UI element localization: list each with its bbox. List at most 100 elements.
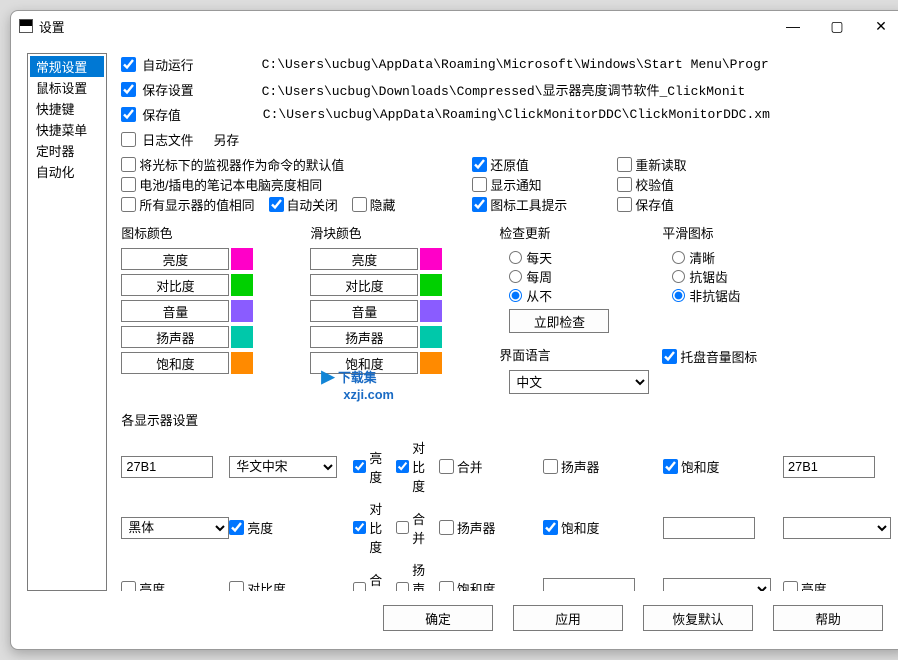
slider-color-swatch-3[interactable]	[420, 326, 442, 348]
update-col: 检查更新 每天每周从不 立即检查 界面语言 中文	[499, 223, 649, 394]
autorun-row: 自动运行 C:\Users\ucbug\AppData\Roaming\Micr…	[121, 53, 891, 75]
slider-color-swatch-2[interactable]	[420, 300, 442, 322]
smooth-col: 平滑图标 清晰抗锯齿非抗锯齿 托盘音量图标	[662, 223, 802, 394]
slider-color-input-1[interactable]	[310, 274, 418, 296]
logfile-checkbox[interactable]	[121, 132, 136, 147]
smooth-radio-2[interactable]: 非抗锯齿	[672, 286, 802, 305]
icon-color-swatch-1[interactable]	[231, 274, 253, 296]
check-now-button[interactable]: 立即检查	[509, 309, 609, 333]
update-radios: 每天每周从不	[499, 248, 649, 305]
monitor-name-0[interactable]	[121, 456, 213, 478]
reread-checkbox[interactable]	[617, 157, 632, 172]
savevalues-checkbox[interactable]	[121, 107, 136, 122]
slider-color-input-3[interactable]	[310, 326, 418, 348]
update-radio-0[interactable]: 每天	[509, 248, 649, 267]
laptop-same-checkbox[interactable]	[121, 177, 136, 192]
update-radio-1[interactable]: 每周	[509, 267, 649, 286]
slider-color-input-2[interactable]	[310, 300, 418, 322]
defaults-button[interactable]: 恢复默认	[643, 605, 753, 631]
logfile-label: 日志文件	[142, 130, 193, 149]
maximize-button[interactable]: ▢	[815, 12, 859, 40]
help-button[interactable]: 帮助	[773, 605, 883, 631]
monitor-2-check-0[interactable]	[121, 581, 136, 591]
savevalues-label: 保存值	[142, 105, 180, 124]
close-button[interactable]: ✕	[859, 12, 898, 40]
monitor-name-1[interactable]	[783, 456, 875, 478]
sidebar-item-2[interactable]: 快捷键	[30, 98, 104, 119]
slider-color-row-4	[310, 352, 470, 374]
savevalue-checkbox[interactable]	[617, 197, 632, 212]
language-select[interactable]: 中文	[509, 370, 649, 394]
ok-button[interactable]: 确定	[383, 605, 493, 631]
icon-color-col: 图标颜色	[121, 223, 281, 394]
smooth-radio-1[interactable]: 抗锯齿	[672, 267, 802, 286]
monitor-0-check-2[interactable]	[439, 459, 454, 474]
autoclose-checkbox[interactable]	[269, 197, 284, 212]
trayvolume-checkbox[interactable]	[662, 349, 677, 364]
monitor-1-check-2[interactable]	[396, 520, 409, 535]
all-same-checkbox[interactable]	[121, 197, 136, 212]
monitors-header: 各显示器设置	[121, 410, 891, 429]
monitor-1-check-0[interactable]	[229, 520, 244, 535]
icon-color-input-3[interactable]	[121, 326, 229, 348]
update-radio-2[interactable]: 从不	[509, 286, 649, 305]
monitor-2-check-2[interactable]	[353, 581, 366, 591]
icon-color-swatch-2[interactable]	[231, 300, 253, 322]
saveas-link[interactable]: 另存	[214, 130, 240, 149]
notify-checkbox[interactable]	[472, 177, 487, 192]
slider-color-row-0	[310, 248, 470, 270]
slider-color-swatch-1[interactable]	[420, 274, 442, 296]
monitor-font-2[interactable]	[783, 517, 891, 539]
minimize-button[interactable]: —	[771, 12, 815, 40]
apply-button[interactable]: 应用	[513, 605, 623, 631]
slider-color-col: 滑块颜色	[310, 223, 470, 394]
cursor-default-checkbox[interactable]	[121, 157, 136, 172]
hide-checkbox[interactable]	[352, 197, 367, 212]
tooltip-checkbox[interactable]	[472, 197, 487, 212]
restore-checkbox[interactable]	[472, 157, 487, 172]
slider-color-swatch-4[interactable]	[420, 352, 442, 374]
smooth-radios: 清晰抗锯齿非抗锯齿	[662, 248, 802, 305]
slider-color-input-4[interactable]	[310, 352, 418, 374]
monitor-2-check-3[interactable]	[396, 581, 409, 591]
monitor-font-3[interactable]	[663, 578, 771, 592]
monitor-0-check-3[interactable]	[543, 459, 558, 474]
icon-color-input-1[interactable]	[121, 274, 229, 296]
autorun-checkbox[interactable]	[121, 57, 136, 72]
monitor-name-3[interactable]	[543, 578, 635, 592]
icon-color-swatch-4[interactable]	[231, 352, 253, 374]
icon-color-swatch-0[interactable]	[231, 248, 253, 270]
slider-color-input-0[interactable]	[310, 248, 418, 270]
icon-color-row-0	[121, 248, 281, 270]
monitor-font-1[interactable]: 黑体	[121, 517, 229, 539]
icon-color-input-4[interactable]	[121, 352, 229, 374]
sidebar-item-4[interactable]: 定时器	[30, 140, 104, 161]
monitor-font-0[interactable]: 华文中宋	[229, 456, 337, 478]
footer: 确定 应用 恢复默认 帮助	[11, 591, 898, 649]
calibrate-checkbox[interactable]	[617, 177, 632, 192]
sidebar: 常规设置鼠标设置快捷键快捷菜单定时器自动化	[27, 53, 107, 591]
sidebar-item-1[interactable]: 鼠标设置	[30, 77, 104, 98]
savesettings-checkbox[interactable]	[121, 82, 136, 97]
icon-color-input-0[interactable]	[121, 248, 229, 270]
monitor-1-col-0: 亮度	[229, 518, 341, 537]
monitor-0-check-1[interactable]	[396, 459, 409, 474]
monitor-name-2[interactable]	[663, 517, 755, 539]
icon-color-input-2[interactable]	[121, 300, 229, 322]
slider-color-swatch-0[interactable]	[420, 248, 442, 270]
sidebar-item-5[interactable]: 自动化	[30, 161, 104, 182]
sidebar-item-0[interactable]: 常规设置	[30, 56, 104, 77]
monitor-0-check-4[interactable]	[663, 459, 678, 474]
monitor-3-check-0[interactable]	[783, 581, 798, 591]
icon-color-swatch-3[interactable]	[231, 326, 253, 348]
monitor-1-check-4[interactable]	[543, 520, 558, 535]
monitor-2-check-1[interactable]	[229, 581, 244, 591]
autorun-label: 自动运行	[142, 55, 193, 74]
savevalues-row: 保存值 C:\Users\ucbug\AppData\Roaming\Click…	[121, 103, 891, 125]
monitor-0-check-0[interactable]	[353, 459, 366, 474]
monitor-1-check-3[interactable]	[439, 520, 454, 535]
monitor-2-check-4[interactable]	[439, 581, 454, 591]
smooth-radio-0[interactable]: 清晰	[672, 248, 802, 267]
monitor-1-check-1[interactable]	[353, 520, 366, 535]
sidebar-item-3[interactable]: 快捷菜单	[30, 119, 104, 140]
